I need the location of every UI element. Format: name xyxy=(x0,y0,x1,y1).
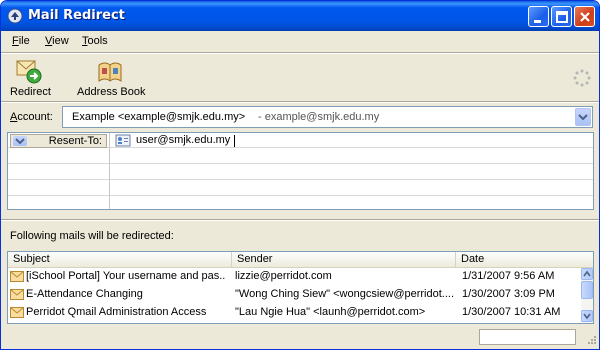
account-identity: - example@smjk.edu.my xyxy=(258,111,380,123)
text-caret xyxy=(234,135,235,147)
column-divider xyxy=(109,133,110,209)
chevron-up-icon xyxy=(583,270,591,277)
menu-tools[interactable]: Tools xyxy=(82,35,108,47)
resize-grip-icon[interactable] xyxy=(585,335,597,347)
mail-row[interactable]: E-Attendance Changing "Wong Ching Siew" … xyxy=(8,286,580,304)
list-scrollbar[interactable] xyxy=(581,268,593,323)
chevron-down-icon xyxy=(578,114,588,121)
address-book-icon xyxy=(98,62,122,82)
close-icon xyxy=(580,12,590,22)
scroll-up-button[interactable] xyxy=(581,268,593,280)
following-mails-label: Following mails will be redirected: xyxy=(10,230,174,242)
window-title: Mail Redirect xyxy=(28,8,125,23)
mail-subject: Perridot Qmail Administration Access xyxy=(26,306,207,318)
mail-subject: [iSchool Portal] Your username and pas..… xyxy=(26,270,226,282)
menu-bar: File View Tools xyxy=(1,31,599,53)
activity-throbber-icon xyxy=(573,69,591,87)
status-panel xyxy=(479,329,576,345)
mail-sender: "Lau Ngie Hua" <launh@perridot.com> xyxy=(235,306,426,318)
mail-sender: lizzie@perridot.com xyxy=(235,270,332,282)
menu-view[interactable]: View xyxy=(45,35,69,47)
maximize-icon xyxy=(556,11,568,23)
column-header-sender[interactable]: Sender xyxy=(232,252,456,268)
status-bar xyxy=(1,327,599,349)
account-label: Account: xyxy=(10,111,53,123)
recipient-address: user@smjk.edu.my xyxy=(136,134,231,146)
minimize-button[interactable] xyxy=(528,6,549,27)
mail-list[interactable]: Subject Sender Date [iSchool Portal] You… xyxy=(7,251,594,324)
splitter[interactable] xyxy=(1,219,599,221)
close-button[interactable] xyxy=(574,6,595,27)
account-selected-value: Example <example@smjk.edu.my> xyxy=(72,111,246,123)
account-dropdown-button[interactable] xyxy=(575,108,591,126)
recipient-type-label: Resent-To: xyxy=(48,135,102,147)
menu-file[interactable]: File xyxy=(12,35,30,47)
mail-row[interactable]: Perridot Qmail Administration Access "La… xyxy=(8,304,580,322)
column-header-subject[interactable]: Subject xyxy=(8,252,232,268)
mail-row[interactable]: [iSchool Portal] Your username and pas..… xyxy=(8,268,580,286)
menu-separator xyxy=(1,52,599,54)
account-select[interactable]: Example <example@smjk.edu.my> - example@… xyxy=(62,106,593,128)
minimize-icon xyxy=(534,20,541,23)
mail-sender: "Wong Ching Siew" <wongcsiew@perridot...… xyxy=(235,288,455,300)
list-header: Subject Sender Date xyxy=(8,252,593,268)
recipient-type-select[interactable]: Resent-To: xyxy=(10,134,107,148)
app-icon xyxy=(7,8,23,24)
envelope-icon xyxy=(10,289,24,300)
column-header-date[interactable]: Date xyxy=(456,252,581,268)
recipient-type-dropdown[interactable] xyxy=(13,136,27,146)
mail-date: 1/30/2007 10:31 AM xyxy=(462,306,561,318)
contact-card-icon xyxy=(115,134,131,147)
toolbar-separator xyxy=(1,101,599,103)
envelope-icon xyxy=(10,271,24,282)
envelope-icon xyxy=(10,307,24,318)
recipient-list[interactable]: Resent-To: user@smjk.edu.my xyxy=(7,132,594,210)
chevron-down-icon xyxy=(15,138,25,145)
scroll-down-button[interactable] xyxy=(581,310,593,322)
recipient-row-empty[interactable] xyxy=(8,149,593,164)
chevron-down-icon xyxy=(583,313,591,320)
mail-subject: E-Attendance Changing xyxy=(26,288,143,300)
mail-date: 1/30/2007 3:09 PM xyxy=(462,288,555,300)
recipient-row-empty[interactable] xyxy=(8,181,593,196)
title-bar[interactable]: Mail Redirect xyxy=(1,1,599,31)
recipient-row[interactable]: Resent-To: user@smjk.edu.my xyxy=(8,133,593,148)
mail-redirect-window: Mail Redirect File View Tools Redirect A… xyxy=(0,0,600,350)
recipient-row-empty[interactable] xyxy=(8,165,593,180)
scroll-thumb[interactable] xyxy=(581,281,593,299)
maximize-button[interactable] xyxy=(551,6,572,27)
redirect-icon xyxy=(16,60,42,84)
toolbar: Redirect Address Book xyxy=(1,55,599,103)
mail-date: 1/31/2007 9:56 AM xyxy=(462,270,555,282)
